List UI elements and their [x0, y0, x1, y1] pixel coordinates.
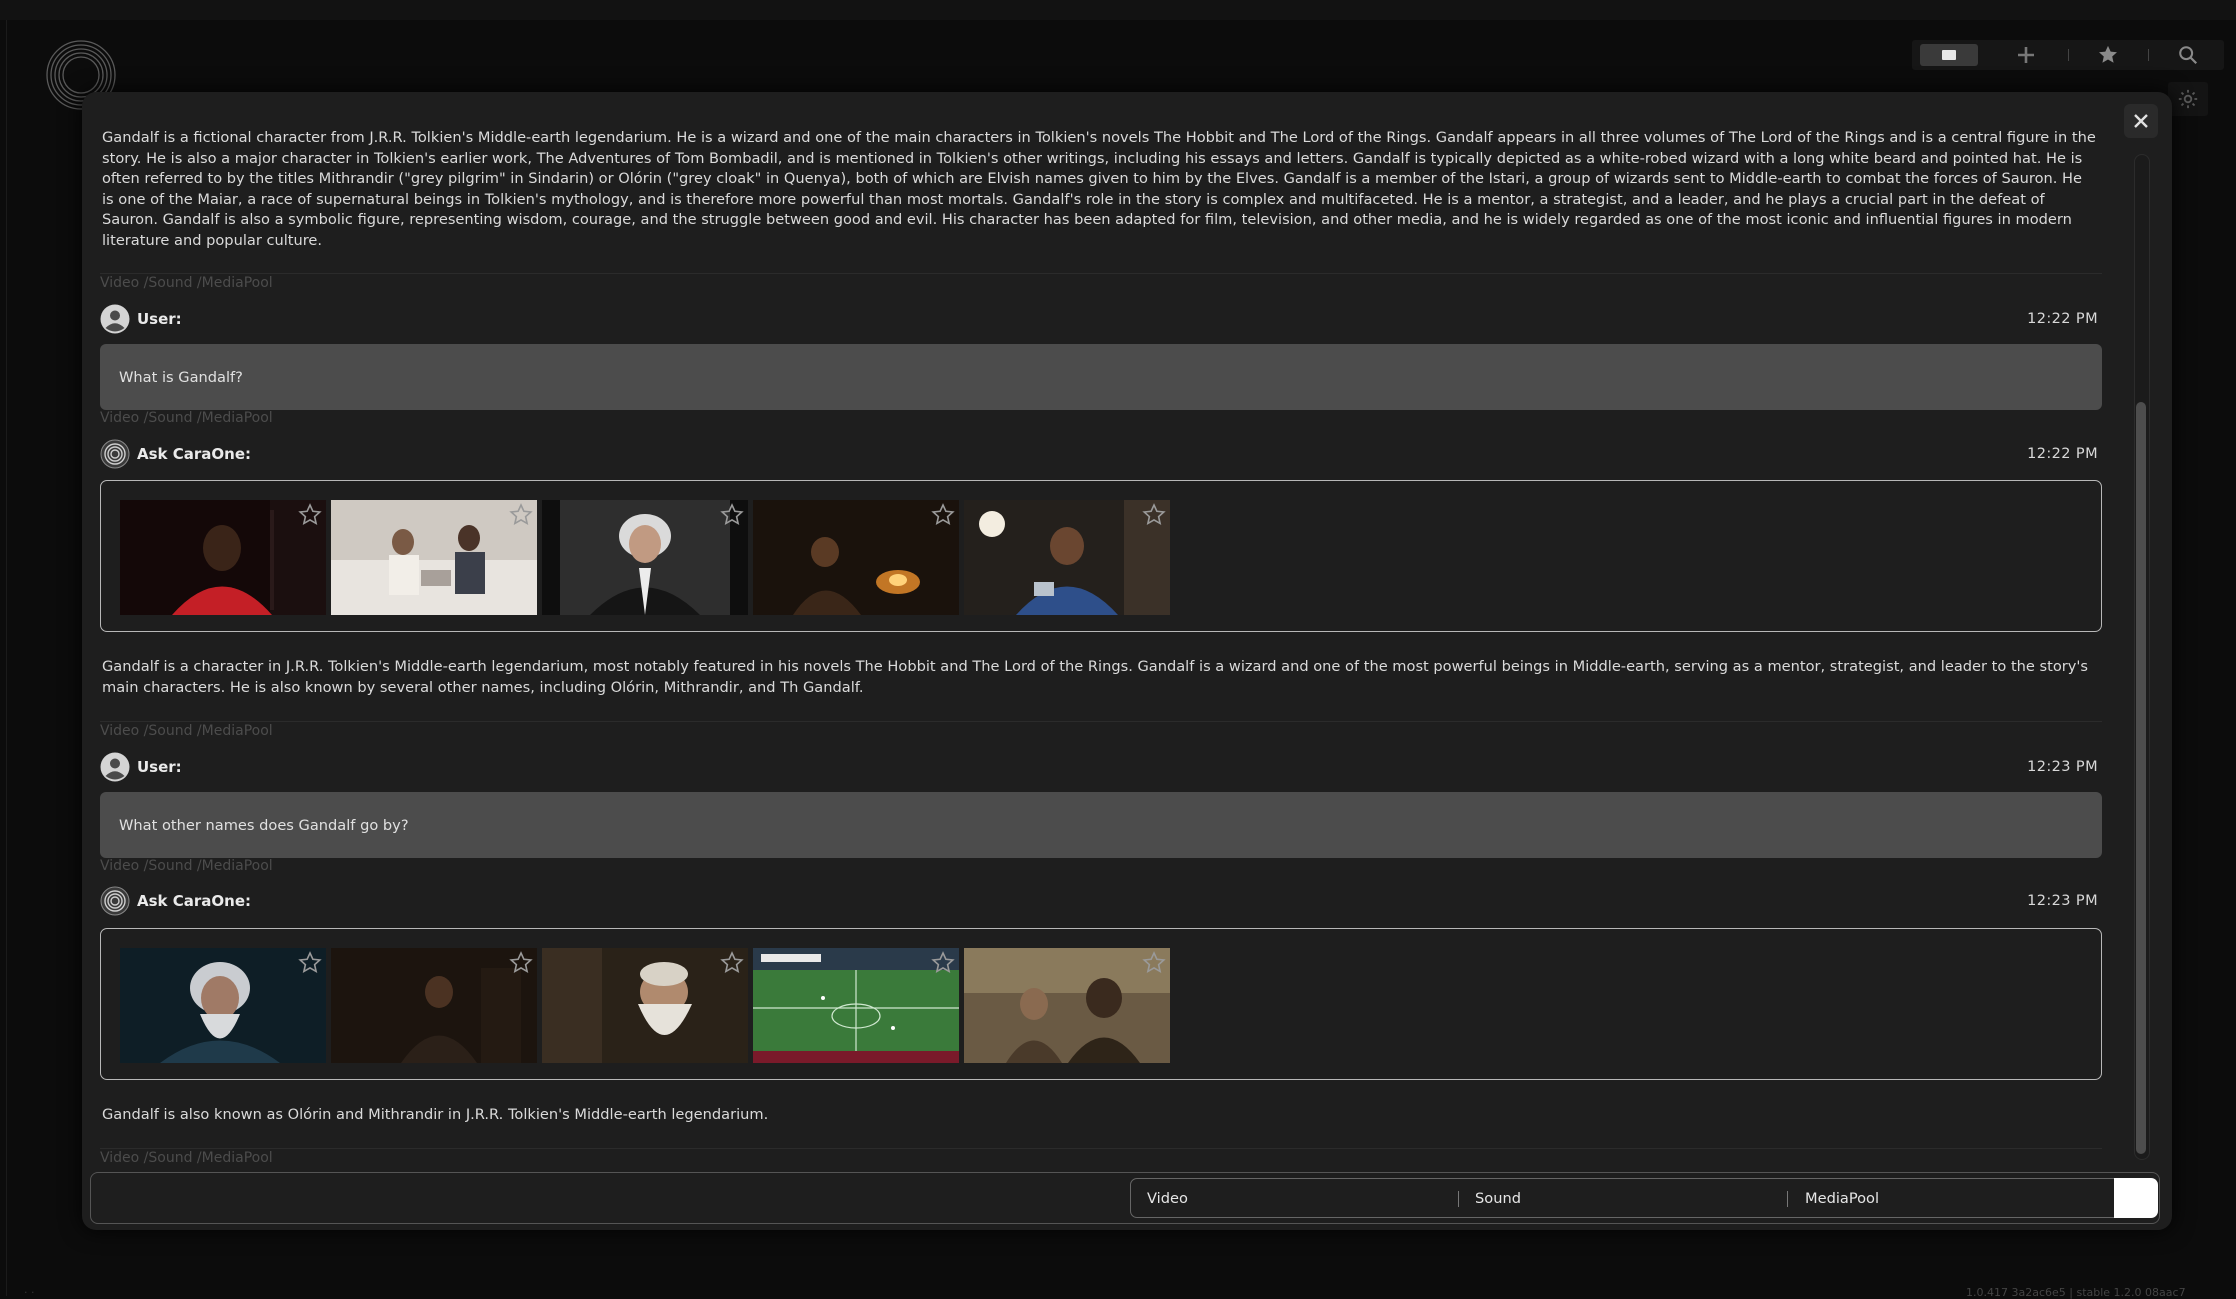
send-button[interactable]: [2114, 1178, 2158, 1218]
message-time: 12:22 PM: [2027, 311, 2098, 327]
settings-button[interactable]: [2168, 82, 2208, 116]
divider: [100, 273, 2102, 274]
screen-icon: [1920, 44, 1978, 66]
divider: [100, 721, 2102, 722]
favorite-star-icon[interactable]: [298, 503, 322, 527]
search-icon: [2179, 46, 2198, 65]
source-label: Video /Sound /MediaPool: [100, 858, 273, 874]
favorite-star-icon[interactable]: [1142, 503, 1166, 527]
user-message-text: What other names does Gandalf go by?: [119, 816, 409, 834]
favorite-star-icon[interactable]: [509, 503, 533, 527]
screen-button[interactable]: [1914, 40, 1984, 70]
assistant-response-text: Gandalf is a character in J.R.R. Tolkien…: [102, 658, 2089, 696]
message-time: 12:23 PM: [2027, 893, 2098, 909]
close-icon: [2134, 114, 2148, 128]
window-left-edge: [6, 20, 7, 1296]
version-label: 1.0.417 3a2ac6e5 | stable 1.2.0 08aac7: [1966, 1286, 2186, 1299]
divider: [100, 1148, 2102, 1149]
media-results: [100, 928, 2102, 1080]
media-thumbnail[interactable]: [331, 500, 537, 615]
top-toolbar: [1912, 40, 2224, 70]
star-icon: [2099, 45, 2117, 63]
user-avatar-icon: [100, 304, 130, 334]
sender-name: Ask CaraOne:: [137, 445, 251, 463]
media-results: [100, 480, 2102, 632]
assistant-message-header: Ask CaraOne:: [100, 886, 251, 916]
assistant-avatar-icon: [100, 439, 130, 469]
media-thumbnail[interactable]: [753, 500, 959, 615]
toolbar-divider: [2148, 49, 2149, 61]
media-thumbnail[interactable]: [542, 948, 748, 1063]
assistant-response-text: Gandalf is also known as Olórin and Mith…: [102, 1106, 769, 1123]
media-thumbnail[interactable]: [120, 948, 326, 1063]
assistant-avatar-icon: [100, 886, 130, 916]
favorite-star-icon[interactable]: [298, 951, 322, 975]
user-message-bubble: What other names does Gandalf go by?: [100, 792, 2102, 858]
favorite-star-icon[interactable]: [509, 951, 533, 975]
user-message-text: What is Gandalf?: [119, 368, 243, 386]
option-divider: [1787, 1191, 1788, 1207]
option-divider: [1458, 1191, 1459, 1207]
toolbar-divider: [2068, 49, 2069, 61]
sender-name: User:: [137, 310, 182, 328]
gear-icon: [2178, 89, 2198, 109]
source-label: Video /Sound /MediaPool: [100, 410, 273, 426]
media-thumbnail[interactable]: [753, 948, 959, 1063]
source-label: Video /Sound /MediaPool: [100, 723, 273, 739]
favorites-button[interactable]: [2078, 40, 2138, 70]
media-thumbnail[interactable]: [964, 948, 1170, 1063]
plus-icon: [2018, 47, 2034, 63]
favorite-star-icon[interactable]: [931, 503, 955, 527]
message-time: 12:22 PM: [2027, 446, 2098, 462]
assistant-message-header: Ask CaraOne:: [100, 439, 251, 469]
corner-label: · ·: [24, 1286, 35, 1299]
assistant-response-text: Gandalf is a fictional character from J.…: [102, 129, 2096, 249]
favorite-star-icon[interactable]: [1142, 951, 1166, 975]
user-message-bubble: What is Gandalf?: [100, 344, 2102, 410]
source-option-sound[interactable]: Sound: [1475, 1179, 1521, 1217]
source-label: Video /Sound /MediaPool: [100, 1150, 273, 1166]
user-message-header: User:: [100, 304, 182, 334]
media-thumbnail[interactable]: [964, 500, 1170, 615]
close-button[interactable]: [2124, 104, 2158, 138]
search-button[interactable]: [2158, 40, 2218, 70]
favorite-star-icon[interactable]: [720, 503, 744, 527]
media-thumbnail[interactable]: [542, 500, 748, 615]
source-label: Video /Sound /MediaPool: [100, 275, 273, 291]
add-button[interactable]: [1996, 40, 2056, 70]
media-source-selector: Video Sound MediaPool: [1130, 1178, 2117, 1218]
media-thumbnail[interactable]: [120, 500, 326, 615]
sender-name: Ask CaraOne:: [137, 892, 251, 910]
scrollbar-thumb[interactable]: [2136, 402, 2146, 1154]
user-avatar-icon: [100, 752, 130, 782]
user-message-header: User:: [100, 752, 182, 782]
sender-name: User:: [137, 758, 182, 776]
window-top-strip: [0, 0, 2236, 20]
favorite-star-icon[interactable]: [931, 951, 955, 975]
source-option-video[interactable]: Video: [1147, 1179, 1188, 1217]
source-option-mediapool[interactable]: MediaPool: [1805, 1179, 1879, 1217]
favorite-star-icon[interactable]: [720, 951, 744, 975]
message-time: 12:23 PM: [2027, 759, 2098, 775]
media-thumbnail[interactable]: [331, 948, 537, 1063]
